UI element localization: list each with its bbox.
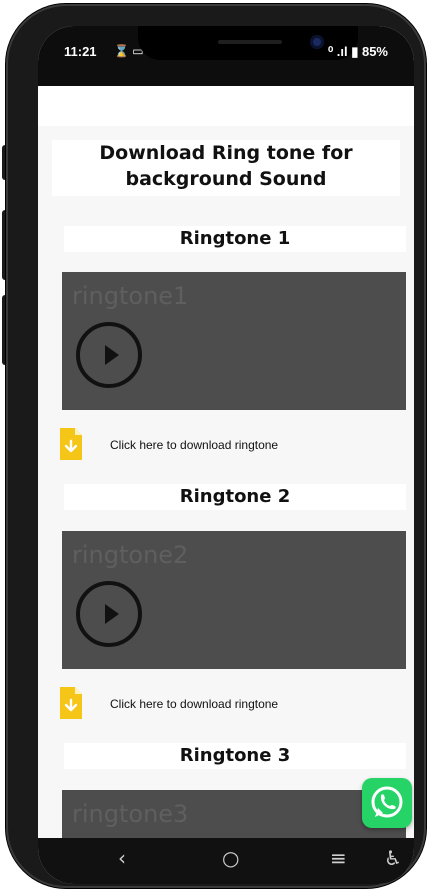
audio-player[interactable]: ringtone2 bbox=[62, 531, 406, 669]
play-icon bbox=[105, 345, 119, 365]
phone-frame: 11:21 ⌛ ▭ ⁰ .ıl ▮ 85% Download Ring tone… bbox=[6, 4, 426, 888]
status-bar: 11:21 ⌛ ▭ ⁰ .ıl ▮ 85% bbox=[38, 26, 414, 86]
phone-screen: 11:21 ⌛ ▭ ⁰ .ıl ▮ 85% Download Ring tone… bbox=[38, 26, 414, 884]
status-time: 11:21 bbox=[64, 44, 97, 59]
camera-notch bbox=[138, 26, 358, 60]
back-nav-icon[interactable]: ‹ bbox=[118, 846, 126, 870]
player-label: ringtone1 bbox=[72, 282, 189, 310]
system-nav-bar: ‹ ○ ≡ ♿ bbox=[38, 838, 414, 884]
whatsapp-button[interactable] bbox=[362, 778, 412, 828]
player-label: ringtone2 bbox=[72, 541, 189, 569]
download-link[interactable]: Click here to download ringtone bbox=[60, 687, 400, 721]
play-button[interactable] bbox=[76, 322, 142, 388]
status-right: ⁰ .ıl ▮ 85% bbox=[327, 44, 388, 59]
page-content[interactable]: Download Ring tone for background Sound … bbox=[38, 126, 414, 884]
audio-player[interactable]: ringtone1 bbox=[62, 272, 406, 410]
home-nav-icon[interactable]: ○ bbox=[222, 846, 239, 870]
page-title: Download Ring tone for background Sound bbox=[52, 140, 400, 196]
play-icon bbox=[105, 604, 119, 624]
whatsapp-icon bbox=[371, 786, 403, 818]
download-link-text: Click here to download ringtone bbox=[110, 438, 279, 452]
speaker-grille bbox=[218, 40, 282, 44]
app-header-band bbox=[38, 86, 414, 126]
ringtone-heading: Ringtone 3 bbox=[64, 743, 406, 769]
accessibility-icon[interactable]: ♿ bbox=[384, 846, 402, 870]
camera-icon bbox=[310, 35, 324, 49]
file-download-icon bbox=[60, 428, 82, 460]
ringtone-heading: Ringtone 1 bbox=[64, 226, 406, 252]
play-button[interactable] bbox=[76, 581, 142, 647]
player-label: ringtone3 bbox=[72, 800, 189, 828]
ringtone-heading: Ringtone 2 bbox=[64, 484, 406, 510]
recents-nav-icon[interactable]: ≡ bbox=[330, 846, 347, 870]
file-download-icon bbox=[60, 687, 82, 719]
download-link-text: Click here to download ringtone bbox=[110, 697, 279, 711]
download-link[interactable]: Click here to download ringtone bbox=[60, 428, 400, 462]
